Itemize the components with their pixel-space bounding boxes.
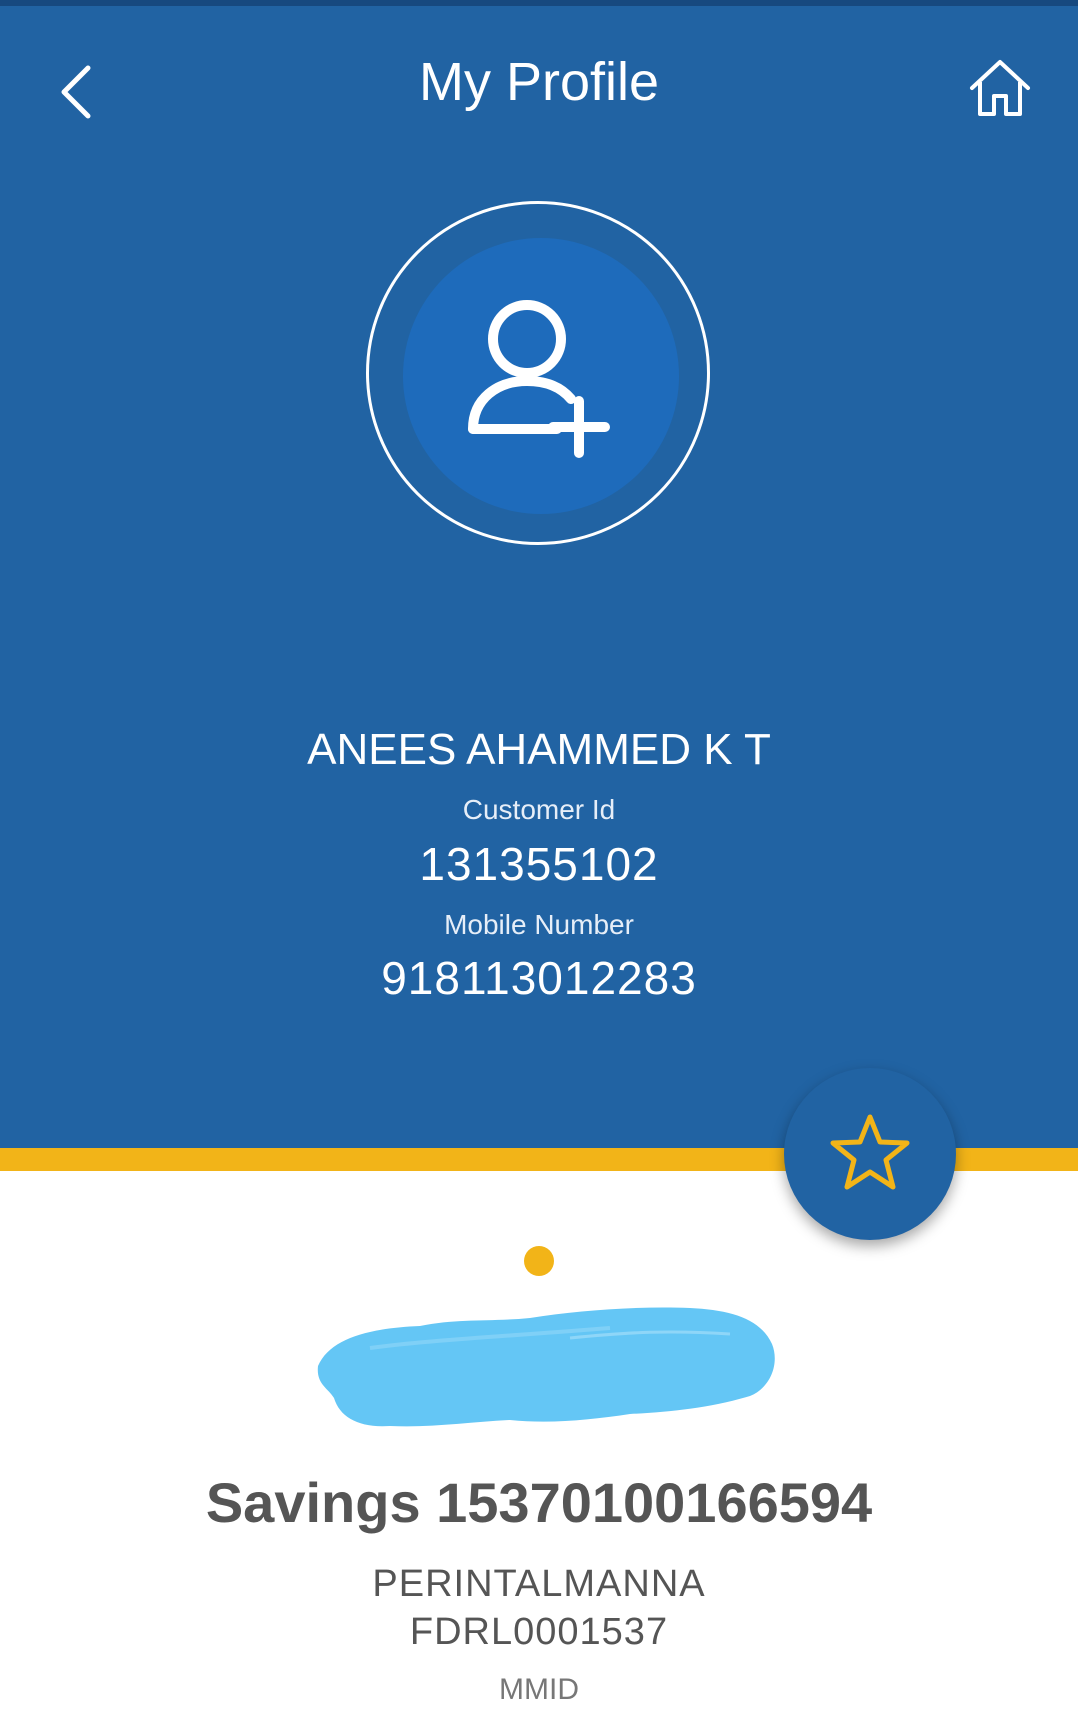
mobile-number-label: Mobile Number [444,909,634,940]
carousel-indicator-dot [524,1246,554,1276]
favorite-button[interactable] [784,1068,956,1240]
home-icon [966,56,1034,125]
branch-name: PERINTALMANNA [372,1563,706,1605]
avatar-circle [403,238,679,514]
star-icon [828,1112,912,1197]
avatar[interactable] [366,201,710,545]
mobile-number-value: 918113012283 [381,952,697,1004]
add-user-icon [461,289,621,464]
redaction-scribble [310,1288,780,1438]
customer-id-value: 131355102 [419,838,659,890]
mmid-label: MMID [499,1673,579,1706]
home-button[interactable] [962,52,1038,128]
page-title: My Profile [418,52,660,112]
customer-id-label: Customer Id [462,794,616,825]
back-button[interactable] [48,54,104,134]
account-type-number: Savings 15370100166594 [205,1471,873,1534]
ifsc-code: FDRL0001537 [409,1611,669,1653]
customer-name: ANEES AHAMMED K T [307,725,771,774]
chevron-left-icon [56,60,96,129]
